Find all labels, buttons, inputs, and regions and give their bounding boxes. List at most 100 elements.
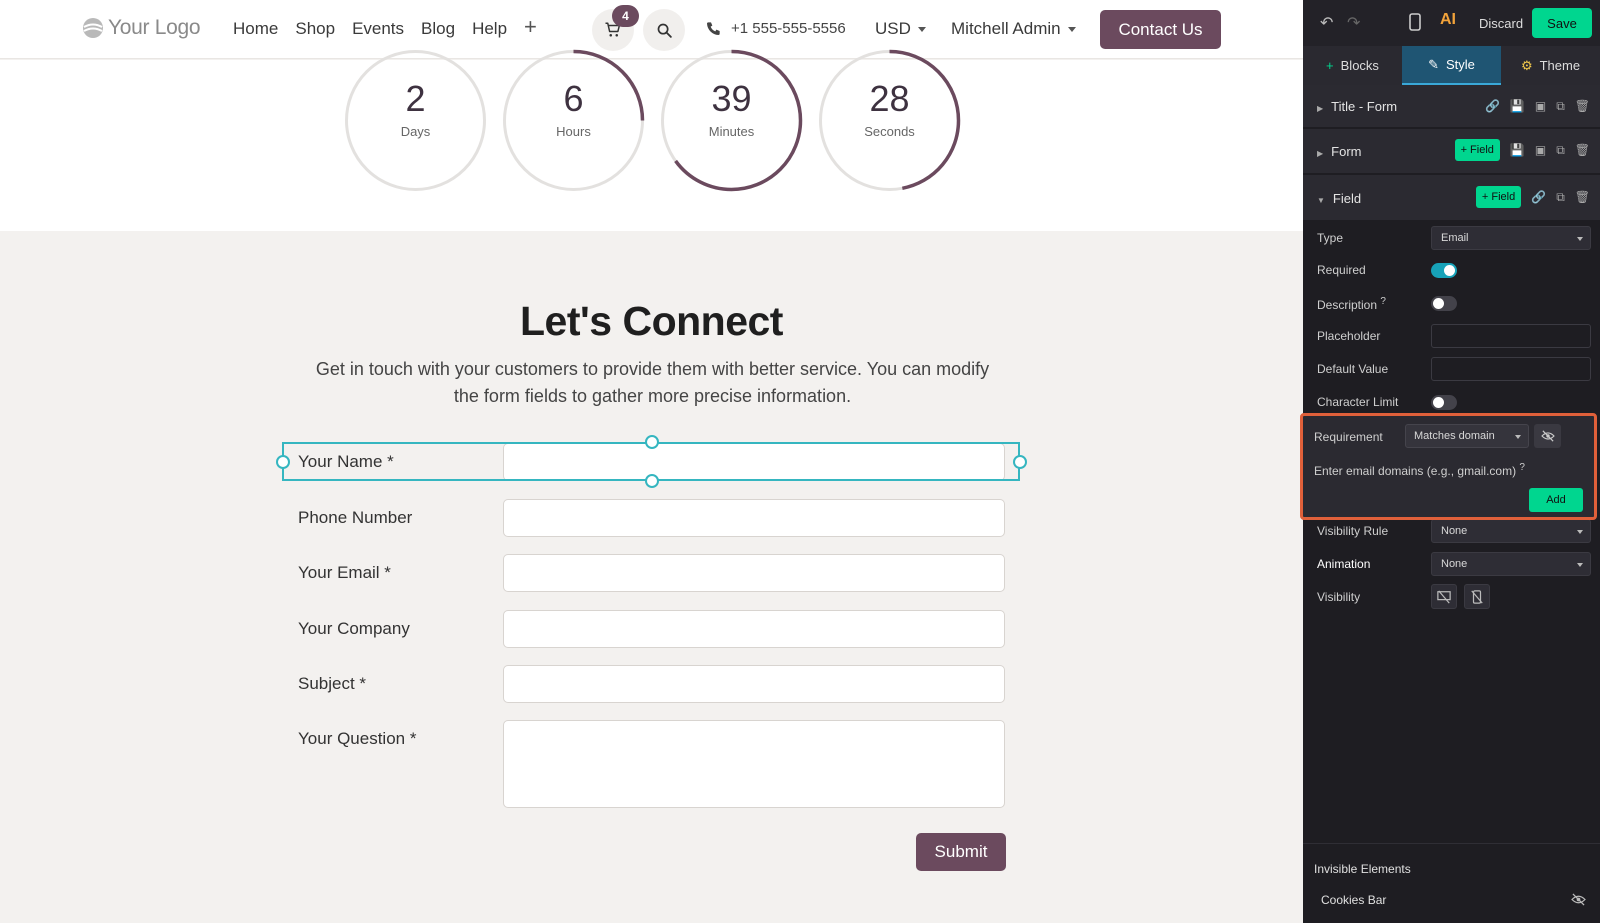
save-block-icon[interactable]: 💾 bbox=[1510, 143, 1525, 157]
countdown-ring bbox=[818, 49, 961, 192]
countdown-unit: Minutes bbox=[708, 124, 755, 139]
search-icon bbox=[657, 23, 672, 38]
desktop-hidden-icon bbox=[1437, 589, 1451, 604]
option-label: Required bbox=[1317, 263, 1366, 277]
requirement-select[interactable]: Matches domain bbox=[1405, 424, 1529, 448]
placeholder-input[interactable] bbox=[1431, 324, 1591, 348]
user-menu[interactable]: Mitchell Admin bbox=[951, 19, 1076, 39]
nav-help[interactable]: Help bbox=[472, 19, 507, 39]
search-button[interactable] bbox=[643, 9, 685, 51]
tab-theme[interactable]: ⚙ Theme bbox=[1501, 46, 1600, 85]
phone-link[interactable]: +1 555-555-5556 bbox=[705, 20, 846, 37]
add-domain-button[interactable]: Add bbox=[1529, 488, 1583, 512]
section-actions: 🔗 💾 ▣ ⧉ 🗑 bbox=[1485, 99, 1590, 114]
default-value-input[interactable] bbox=[1431, 357, 1591, 381]
currency-dropdown[interactable]: USD bbox=[875, 19, 926, 39]
section-form[interactable]: ▶ Form + Field 💾 ▣ ⧉ 🗑 bbox=[1303, 129, 1600, 174]
user-name: Mitchell Admin bbox=[951, 19, 1061, 38]
section-title-label: Title - Form bbox=[1331, 99, 1398, 114]
requirement-option-group: Requirement Matches domain Enter email d… bbox=[1300, 413, 1597, 520]
field-label: Your Company bbox=[298, 619, 410, 638]
resize-handle-bottom[interactable] bbox=[645, 474, 659, 488]
add-field-button[interactable]: + Field bbox=[1454, 139, 1500, 161]
gear-icon: ⚙ bbox=[1520, 57, 1533, 73]
section-title: ▶ Form bbox=[1317, 144, 1362, 159]
add-page-icon[interactable]: + bbox=[524, 14, 537, 40]
duplicate-icon[interactable]: ⧉ bbox=[1556, 190, 1565, 205]
plus-icon: + bbox=[1326, 58, 1334, 73]
trash-icon[interactable]: 🗑 bbox=[1575, 99, 1590, 114]
field-label: Subject * bbox=[298, 674, 367, 693]
ai-icon[interactable]: AI bbox=[1440, 11, 1456, 29]
countdown-hours: 6 Hours bbox=[501, 48, 646, 193]
tab-blocks[interactable]: + Blocks bbox=[1303, 46, 1402, 85]
eye-slash-icon[interactable] bbox=[1571, 893, 1586, 906]
site-logo[interactable]: Your Logo bbox=[82, 16, 201, 40]
required-toggle[interactable] bbox=[1431, 263, 1457, 278]
toggle-requirement-visibility-button[interactable] bbox=[1534, 424, 1561, 448]
tab-style[interactable]: ✎ Style bbox=[1402, 46, 1501, 85]
visibility-rule-select[interactable]: None bbox=[1431, 519, 1591, 543]
resize-handle-top[interactable] bbox=[645, 435, 659, 449]
contact-us-button[interactable]: Contact Us bbox=[1100, 10, 1221, 49]
form-field-company[interactable]: Your Company bbox=[298, 610, 1006, 648]
section-actions: + Field 🔗 ⧉ 🗑 bbox=[1475, 186, 1590, 208]
form-field-subject[interactable]: Subject * bbox=[298, 665, 1006, 703]
trash-icon[interactable]: 🗑 bbox=[1575, 143, 1590, 157]
phone-input[interactable] bbox=[503, 499, 1005, 537]
save-block-icon[interactable]: 💾 bbox=[1510, 99, 1525, 114]
currency-value: USD bbox=[875, 19, 911, 38]
link-icon[interactable]: 🔗 bbox=[1485, 99, 1500, 114]
email-input[interactable] bbox=[503, 554, 1005, 592]
resize-handle-left[interactable] bbox=[276, 455, 290, 469]
animation-select[interactable]: None bbox=[1431, 552, 1591, 576]
invisible-element-cookies-bar[interactable]: Cookies Bar bbox=[1303, 884, 1600, 914]
nav-events[interactable]: Events bbox=[352, 19, 404, 39]
field-label: Your Question * bbox=[298, 729, 417, 748]
countdown-value: 28 bbox=[869, 78, 910, 119]
link-icon[interactable]: 🔗 bbox=[1531, 190, 1546, 204]
submit-button[interactable]: Submit bbox=[916, 833, 1006, 871]
phone-number: +1 555-555-5556 bbox=[731, 20, 846, 37]
type-select[interactable]: Email bbox=[1431, 226, 1591, 250]
save-button[interactable]: Save bbox=[1532, 8, 1592, 38]
crop-icon[interactable]: ▣ bbox=[1535, 99, 1546, 114]
visibility-rule-value: None bbox=[1441, 525, 1468, 537]
nav-shop[interactable]: Shop bbox=[295, 19, 335, 39]
section-title-label: Form bbox=[1331, 144, 1362, 159]
trash-icon[interactable]: 🗑 bbox=[1575, 190, 1590, 204]
chevron-down-icon bbox=[1067, 27, 1076, 33]
form-field-phone[interactable]: Phone Number bbox=[298, 499, 1006, 537]
hide-mobile-button[interactable] bbox=[1464, 584, 1490, 609]
question-textarea[interactable] bbox=[503, 720, 1005, 808]
tab-label: Theme bbox=[1539, 58, 1581, 73]
option-visibility: Visibility bbox=[1303, 581, 1600, 613]
subject-input[interactable] bbox=[503, 665, 1005, 703]
duplicate-icon[interactable]: ⧉ bbox=[1556, 99, 1565, 114]
add-field-button[interactable]: + Field bbox=[1475, 186, 1522, 208]
hide-desktop-button[interactable] bbox=[1431, 584, 1457, 609]
resize-handle-right[interactable] bbox=[1013, 455, 1027, 469]
section-field[interactable]: ▼ Field + Field 🔗 ⧉ 🗑 bbox=[1303, 175, 1600, 221]
countdown-days: 2 Days bbox=[343, 48, 488, 193]
mobile-preview-icon[interactable] bbox=[1409, 13, 1421, 36]
crop-icon[interactable]: ▣ bbox=[1535, 143, 1546, 157]
undo-icon[interactable]: ↶ bbox=[1320, 13, 1333, 33]
discard-button[interactable]: Discard bbox=[1479, 16, 1523, 31]
character-limit-toggle[interactable] bbox=[1431, 395, 1457, 410]
redo-icon[interactable]: ↷ bbox=[1347, 13, 1360, 33]
nav-blog[interactable]: Blog bbox=[421, 19, 455, 39]
duplicate-icon[interactable]: ⧉ bbox=[1556, 143, 1565, 158]
nav-home[interactable]: Home bbox=[233, 19, 278, 39]
form-field-email[interactable]: Your Email * bbox=[298, 554, 1006, 592]
section-title-label: Field bbox=[1332, 191, 1362, 206]
description-toggle[interactable] bbox=[1431, 296, 1457, 311]
chevron-down-icon bbox=[1577, 530, 1583, 534]
field-label: Phone Number bbox=[298, 508, 413, 527]
company-input[interactable] bbox=[503, 610, 1005, 648]
eye-slash-icon bbox=[1540, 430, 1555, 442]
field-label: Your Email * bbox=[298, 563, 391, 582]
section-title-form[interactable]: ▶ Title - Form 🔗 💾 ▣ ⧉ 🗑 bbox=[1303, 85, 1600, 128]
countdown-unit: Days bbox=[400, 124, 431, 139]
form-field-question[interactable]: Your Question * bbox=[298, 720, 1006, 808]
